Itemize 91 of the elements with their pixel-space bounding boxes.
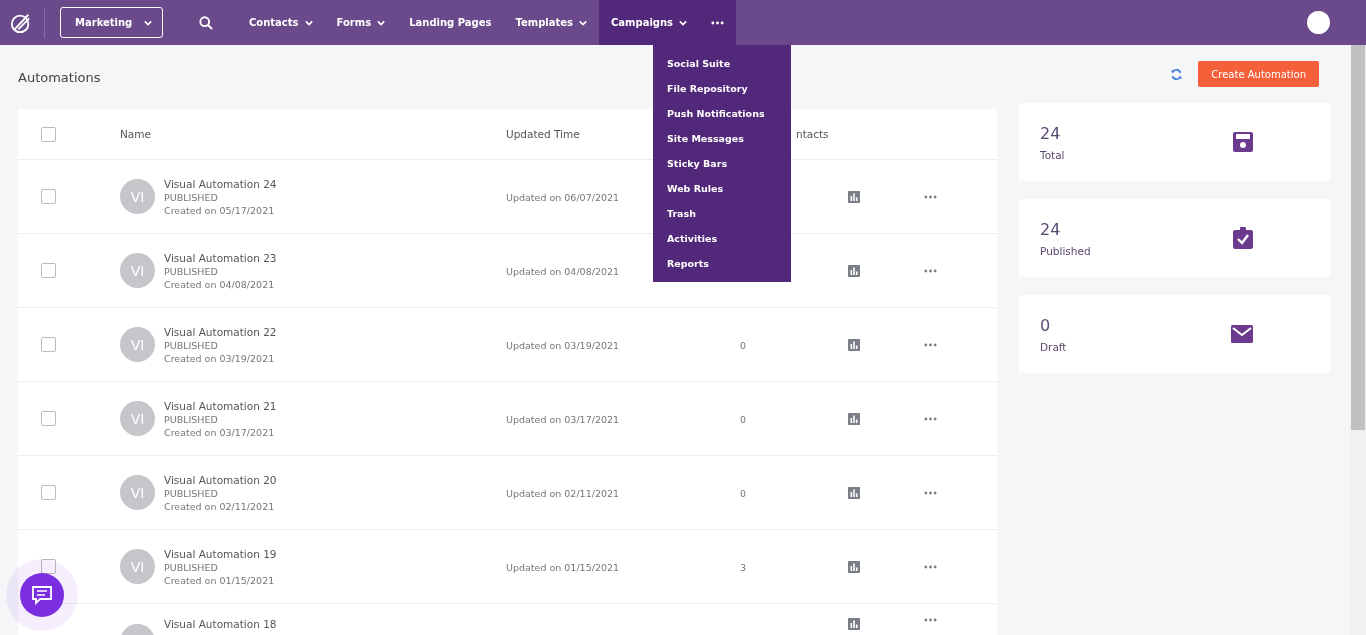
- status-text: PUBLISHED: [164, 191, 219, 203]
- menu-item[interactable]: Push Notifications: [653, 101, 779, 126]
- bar-chart-icon[interactable]: [848, 618, 860, 630]
- updated-date: Updated on 03/19/2021: [506, 339, 620, 351]
- stat-value: 24: [1040, 123, 1062, 143]
- more-icon[interactable]: [924, 564, 937, 569]
- contacts-count: 0: [740, 413, 747, 425]
- refresh-icon[interactable]: [1170, 67, 1184, 81]
- updated-date: Updated on 04/08/2021: [506, 265, 620, 277]
- automation-name[interactable]: Visual Automation 21: [164, 399, 277, 412]
- user-avatar[interactable]: [1307, 11, 1330, 34]
- chevron-down-icon: [144, 19, 152, 26]
- menu-item[interactable]: Web Rules: [653, 176, 738, 201]
- created-date: Created on 04/08/2021: [164, 278, 276, 290]
- menu-item[interactable]: Activities: [653, 226, 732, 251]
- workspace-dropdown[interactable]: Marketing: [60, 7, 163, 38]
- column-header[interactable]: ntacts: [796, 128, 829, 140]
- created-date: Created on 03/19/2021: [164, 352, 276, 364]
- contacts-count: 3: [740, 561, 747, 573]
- avatar: VI: [120, 253, 155, 288]
- avatar: VI: [120, 549, 155, 584]
- menu-item[interactable]: Site Messages: [653, 126, 758, 151]
- more-icon[interactable]: [924, 268, 937, 273]
- menu-item[interactable]: Sticky Bars: [653, 151, 742, 176]
- created-date: Created on 03/17/2021: [164, 426, 276, 438]
- status-text: PUBLISHED: [164, 413, 219, 425]
- stat-label: Published: [1040, 244, 1091, 257]
- menu-item[interactable]: File Repository: [653, 76, 762, 101]
- status-text: PUBLISHED: [164, 487, 219, 499]
- automation-name[interactable]: Visual Automation 24: [164, 177, 277, 190]
- nav-menu-item[interactable]: Campaigns: [599, 0, 700, 45]
- bar-chart-icon[interactable]: [848, 412, 860, 425]
- automation-name[interactable]: Visual Automation 19: [164, 547, 277, 560]
- checkbox[interactable]: [40, 126, 56, 142]
- status-text: PUBLISHED: [164, 561, 219, 573]
- nav-menu-item[interactable]: Contacts: [237, 0, 325, 45]
- menu-item[interactable]: Reports: [653, 251, 723, 276]
- more-icon[interactable]: [924, 618, 937, 622]
- chat-bubble-icon: [31, 585, 53, 605]
- more-icon[interactable]: [924, 416, 937, 421]
- created-date: Created on 02/11/2021: [164, 500, 276, 512]
- updated-date: Updated on 01/15/2021: [506, 561, 620, 573]
- checkbox[interactable]: [40, 263, 56, 278]
- search-icon[interactable]: [199, 15, 213, 30]
- stat-label: Draft: [1040, 340, 1067, 353]
- stat-label: Total: [1040, 148, 1065, 161]
- checkbox[interactable]: [40, 559, 56, 574]
- checkbox[interactable]: [40, 189, 56, 204]
- automation-name[interactable]: Visual Automation 23: [164, 251, 277, 264]
- clipboard-check-icon: [1233, 227, 1253, 249]
- bar-chart-icon[interactable]: [848, 486, 860, 499]
- more-icon[interactable]: [924, 194, 937, 199]
- stat-value: 0: [1040, 315, 1052, 335]
- avatar: VI: [120, 475, 155, 510]
- updated-date: Updated on 06/07/2021: [506, 191, 620, 203]
- nav-menu-item[interactable]: Templates: [503, 0, 599, 45]
- nav-menu-item[interactable]: Landing Pages: [397, 0, 504, 45]
- column-header[interactable]: Name: [120, 128, 151, 140]
- automation-name[interactable]: Visual Automation 22: [164, 325, 277, 338]
- automation-name[interactable]: Visual Automation 18: [164, 618, 277, 630]
- automation-name[interactable]: Visual Automation 20: [164, 473, 277, 486]
- stat-value: 24: [1040, 219, 1062, 239]
- bar-chart-icon[interactable]: [848, 264, 860, 277]
- avatar: VI: [120, 179, 155, 214]
- checkbox[interactable]: [40, 485, 56, 500]
- more-icon[interactable]: [924, 342, 937, 347]
- avatar: VI: [120, 401, 155, 436]
- checkbox[interactable]: [40, 337, 56, 352]
- created-date: Created on 05/17/2021: [164, 204, 276, 216]
- checkbox[interactable]: [40, 411, 56, 426]
- bar-chart-icon[interactable]: [848, 338, 860, 351]
- bar-chart-icon[interactable]: [848, 560, 860, 573]
- column-header[interactable]: Updated Time: [506, 128, 580, 140]
- updated-date: Updated on 02/11/2021: [506, 487, 620, 499]
- menu-item[interactable]: Trash: [653, 201, 710, 226]
- menu-item[interactable]: Social Suite: [653, 51, 745, 76]
- updated-date: Updated on 03/17/2021: [506, 413, 620, 425]
- created-date: Created on 01/15/2021: [164, 574, 276, 586]
- avatar: VI: [120, 327, 155, 362]
- page-title: Automations: [18, 69, 101, 85]
- more-icon[interactable]: [924, 490, 937, 495]
- contacts-count: 0: [740, 487, 747, 499]
- logo-icon[interactable]: [10, 11, 32, 34]
- status-text: PUBLISHED: [164, 265, 219, 277]
- scrollbar[interactable]: [1350, 45, 1366, 635]
- status-text: PUBLISHED: [164, 339, 219, 351]
- more-icon: [711, 20, 725, 25]
- nav-menu-item[interactable]: Forms: [324, 0, 398, 45]
- contacts-count: 0: [740, 339, 747, 351]
- bar-chart-icon[interactable]: [848, 190, 860, 203]
- envelope-icon: [1231, 325, 1253, 343]
